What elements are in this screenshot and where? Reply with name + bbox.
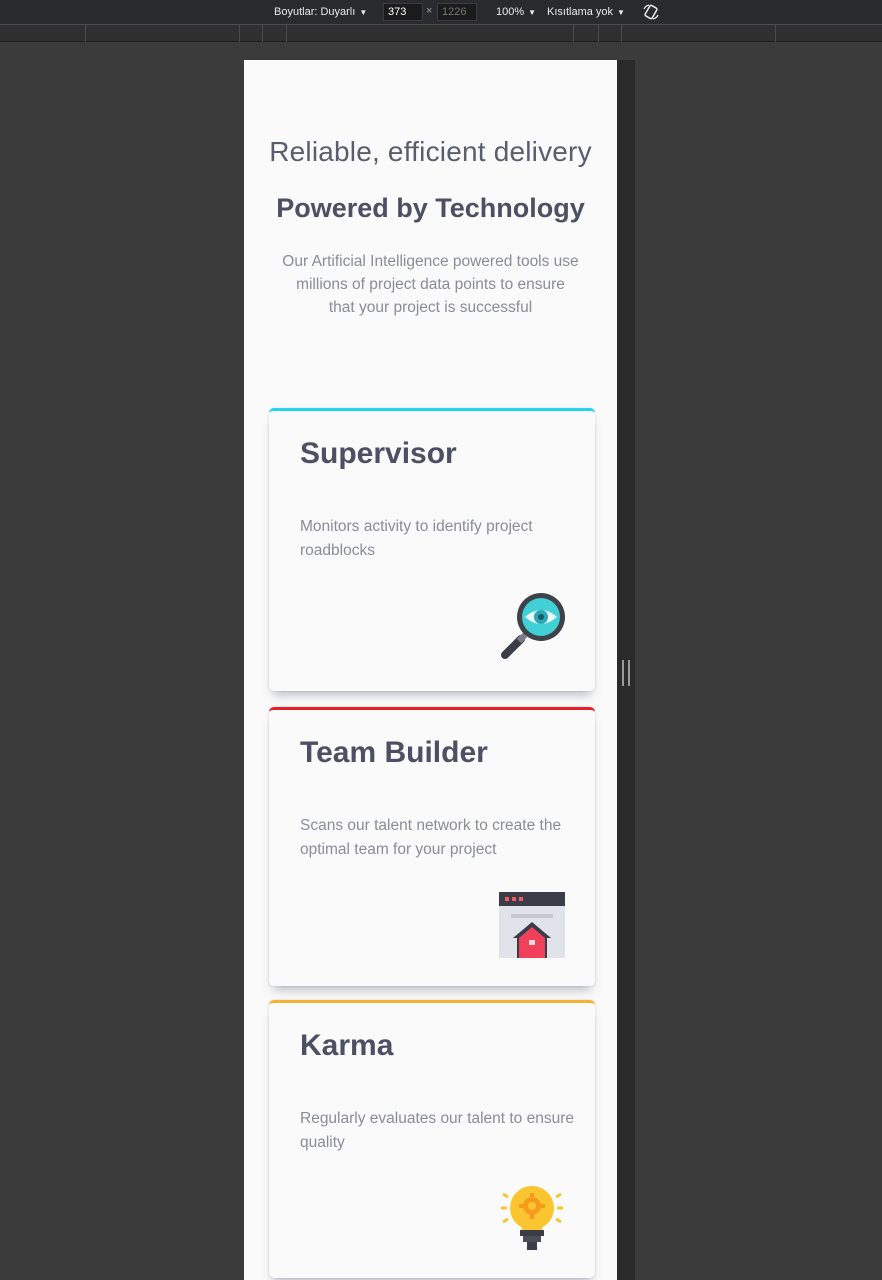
devtools-device-toolbar: Boyutlar: Duyarlı ▼ × 100% ▼ Kısıtlama y…: [0, 0, 882, 24]
zoom-dropdown[interactable]: 100% ▼: [496, 0, 536, 24]
page-subtitle: Reliable, efficient delivery: [269, 136, 592, 167]
media-query-ruler: [0, 24, 882, 42]
magnifier-eye-icon: [501, 593, 565, 659]
times-sign: ×: [426, 5, 433, 17]
lightbulb-gear-icon: [501, 1186, 563, 1250]
height-input[interactable]: [437, 3, 477, 21]
card-title: Supervisor: [300, 437, 457, 470]
card-description: Scans our talent network to create the o…: [300, 817, 562, 858]
chevron-down-icon: ▼: [359, 7, 368, 17]
card-description: Monitors activity to identify project ro…: [300, 518, 533, 559]
throttling-label: Kısıtlama yok: [547, 6, 614, 18]
card-title: Team Builder: [300, 736, 488, 769]
browser-house-icon: [499, 892, 565, 958]
viewport-resize-handle[interactable]: [622, 660, 630, 686]
rotate-icon[interactable]: [642, 3, 660, 21]
page-title: Powered by Technology: [276, 193, 585, 223]
emulated-viewport: Reliable, efficient delivery Powered by …: [244, 60, 617, 1280]
chevron-down-icon: ▼: [528, 7, 537, 17]
width-input[interactable]: [383, 3, 423, 21]
zoom-label: 100%: [496, 6, 525, 18]
dimensions-dropdown[interactable]: Boyutlar: Duyarlı ▼: [274, 0, 367, 24]
dimensions-label: Boyutlar: Duyarlı: [274, 6, 356, 18]
feature-card-karma: Karma Regularly evaluates our talent to …: [269, 1000, 595, 1278]
throttling-dropdown[interactable]: Kısıtlama yok ▼: [547, 0, 625, 24]
card-description: Regularly evaluates our talent to ensure…: [300, 1110, 574, 1151]
page-intro: Our Artificial Intelligence powered tool…: [282, 253, 579, 316]
feature-card-team-builder: Team Builder Scans our talent network to…: [269, 707, 595, 986]
card-title: Karma: [300, 1029, 394, 1062]
chevron-down-icon: ▼: [617, 7, 625, 17]
feature-card-supervisor: Supervisor Monitors activity to identify…: [269, 408, 595, 691]
